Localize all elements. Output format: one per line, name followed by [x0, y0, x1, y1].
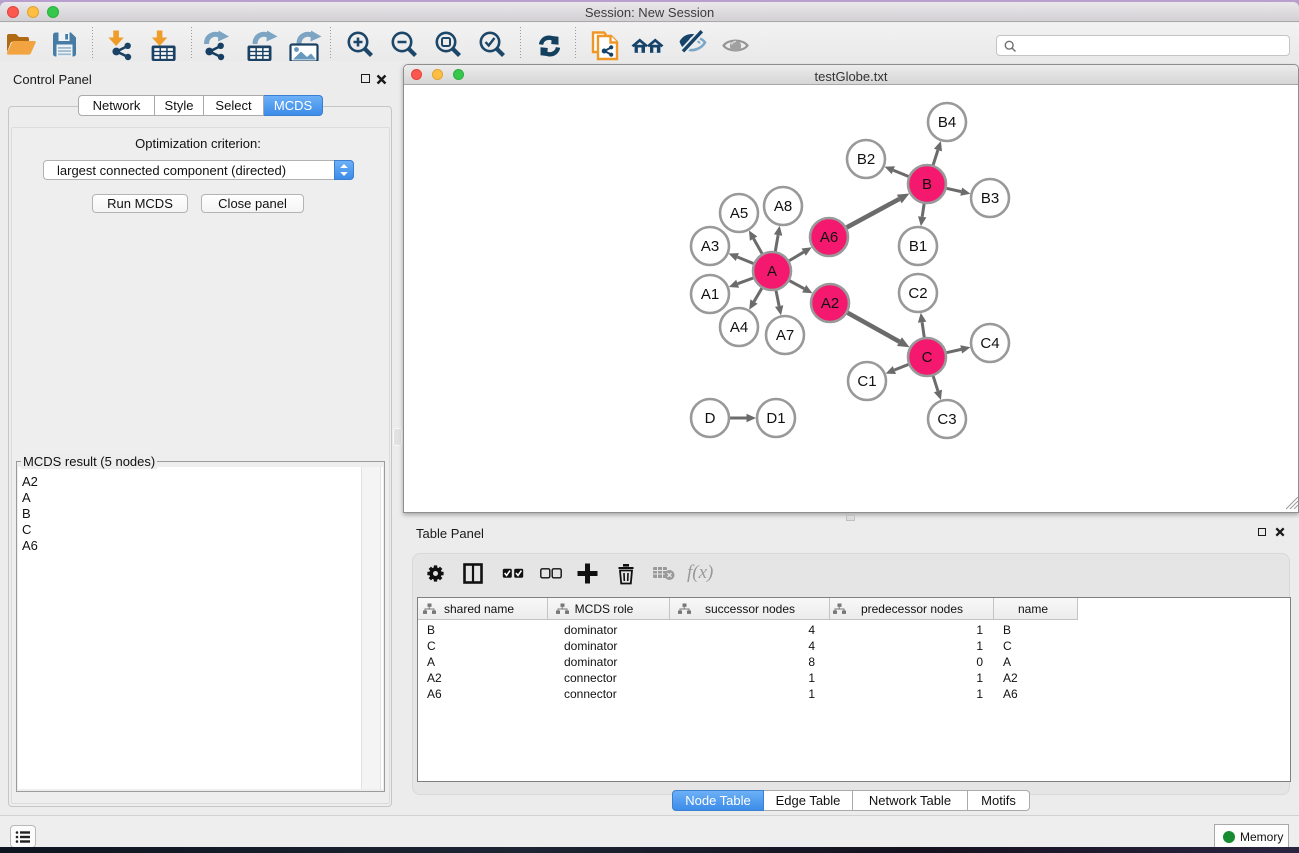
svg-text:A4: A4: [730, 319, 748, 336]
svg-text:B3: B3: [981, 190, 999, 207]
svg-text:A7: A7: [776, 327, 794, 344]
svg-text:A: A: [767, 263, 777, 280]
svg-text:C1: C1: [857, 373, 876, 390]
svg-text:A2: A2: [821, 295, 839, 312]
svg-text:C3: C3: [937, 411, 956, 428]
svg-text:D: D: [705, 410, 716, 427]
svg-text:B4: B4: [938, 114, 956, 131]
svg-text:C: C: [922, 349, 933, 366]
svg-text:B2: B2: [857, 151, 875, 168]
svg-text:C4: C4: [980, 335, 999, 352]
svg-text:A8: A8: [774, 198, 792, 215]
svg-text:A5: A5: [730, 205, 748, 222]
svg-text:A6: A6: [820, 229, 838, 246]
svg-text:C2: C2: [908, 285, 927, 302]
svg-text:A3: A3: [701, 238, 719, 255]
svg-text:B1: B1: [909, 238, 927, 255]
svg-text:D1: D1: [766, 410, 785, 427]
svg-text:B: B: [922, 176, 932, 193]
svg-text:A1: A1: [701, 286, 719, 303]
